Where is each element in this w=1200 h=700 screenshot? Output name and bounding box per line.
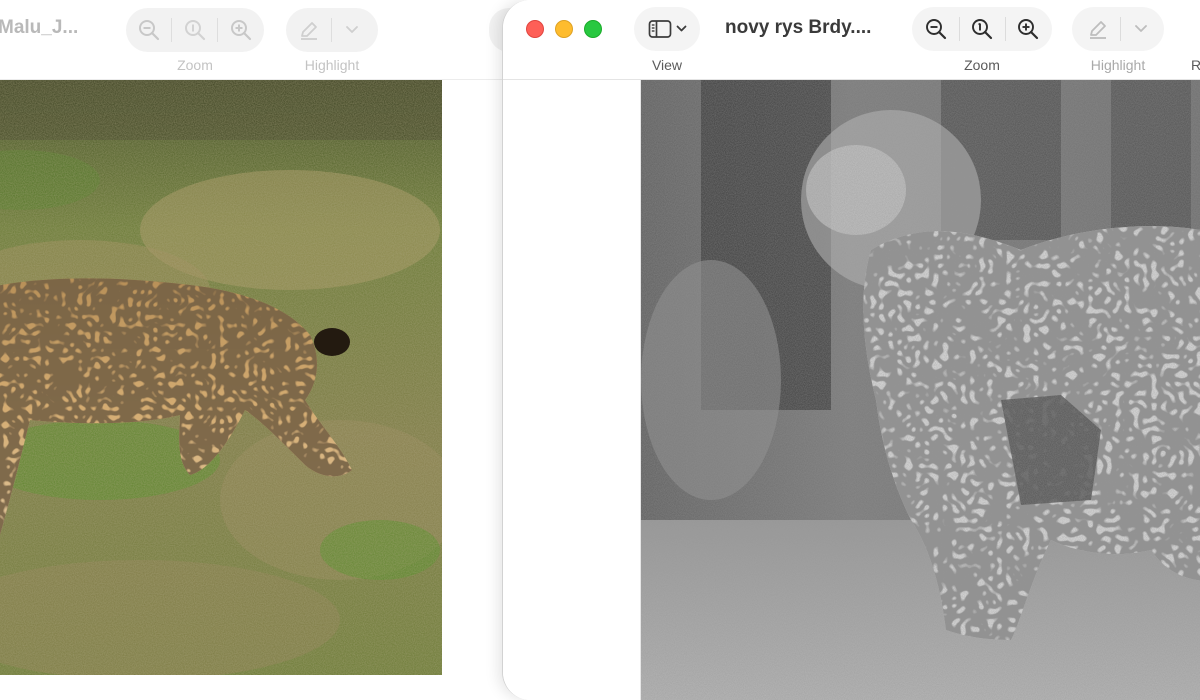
back-toolbar: Malu_J... Zoom Highlight	[0, 0, 529, 80]
front-zoom-label: Zoom	[964, 57, 1000, 73]
chevron-down-icon[interactable]	[332, 8, 372, 52]
back-zoom-label: Zoom	[177, 57, 213, 73]
zoom-actual-size-icon[interactable]	[172, 8, 217, 52]
zoom-out-icon[interactable]	[126, 8, 171, 52]
foreground-preview-window: View novy rys Brdy.... Zoom Highlight	[502, 0, 1200, 700]
front-window-title[interactable]: novy rys Brdy....	[725, 17, 871, 39]
chevron-down-icon[interactable]	[1121, 7, 1161, 51]
lynx-photo-grayscale[interactable]	[641, 80, 1200, 700]
minimize-button[interactable]	[555, 20, 573, 38]
back-window-title[interactable]: Malu_J...	[0, 17, 78, 39]
back-zoom-control[interactable]	[126, 8, 264, 52]
chevron-down-icon	[676, 25, 687, 33]
zoom-in-icon[interactable]	[1006, 7, 1051, 51]
front-highlight-control[interactable]	[1072, 7, 1164, 51]
zoom-out-icon[interactable]	[914, 7, 959, 51]
front-toolbar: View novy rys Brdy.... Zoom Highlight	[503, 0, 1200, 80]
front-highlight-label: Highlight	[1090, 57, 1146, 73]
photo-icon	[641, 80, 1200, 700]
back-highlight-label: Highlight	[304, 57, 360, 73]
pencil-icon[interactable]	[1075, 7, 1120, 51]
photo-icon	[0, 80, 442, 675]
zoom-actual-size-icon[interactable]	[960, 7, 1005, 51]
lynx-photo-color[interactable]	[0, 80, 442, 675]
background-preview-window: Malu_J... Zoom Highlight	[0, 0, 529, 675]
view-menu-button[interactable]	[634, 7, 700, 51]
thumbnail-sidebar[interactable]	[503, 80, 641, 700]
maximize-button[interactable]	[584, 20, 602, 38]
front-zoom-control[interactable]	[912, 7, 1052, 51]
sidebar-icon	[648, 19, 672, 39]
zoom-in-icon[interactable]	[218, 8, 263, 52]
view-label: View	[651, 57, 683, 73]
pencil-icon[interactable]	[286, 8, 331, 52]
close-button[interactable]	[526, 20, 544, 38]
rotate-label-partial: R	[1189, 57, 1200, 73]
back-highlight-control[interactable]	[286, 8, 378, 52]
